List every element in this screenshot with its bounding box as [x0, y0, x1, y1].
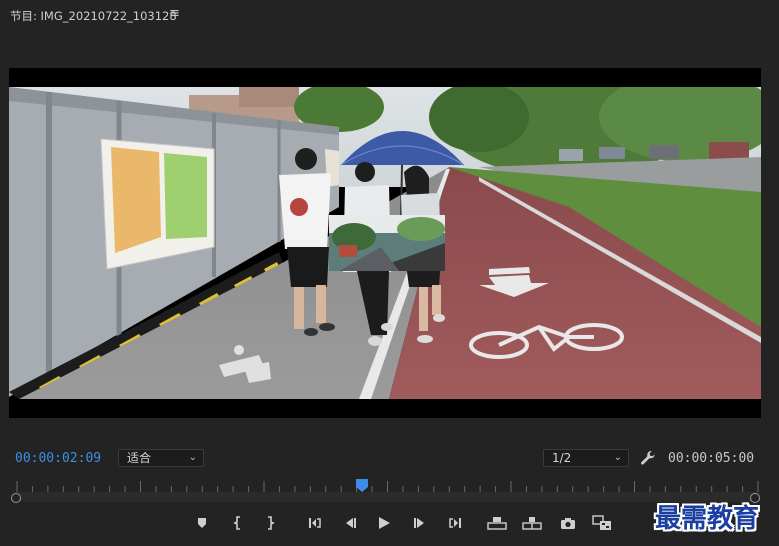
playhead-icon[interactable]	[356, 478, 368, 492]
play-icon[interactable]	[374, 513, 394, 533]
duration-timecode: 00:00:05:00	[668, 451, 755, 466]
time-ruler[interactable]	[15, 478, 760, 492]
mark-out-icon[interactable]	[260, 513, 280, 533]
current-timecode[interactable]: 00:00:02:09	[15, 451, 101, 466]
mark-in-icon[interactable]	[228, 513, 248, 533]
watermark-logo: 最需教育	[655, 504, 760, 534]
camera-icon[interactable]	[558, 513, 578, 533]
fit-dropdown[interactable]: 适合 ⌄	[118, 449, 204, 467]
zoom-in-handle[interactable]	[11, 493, 21, 503]
panel-title-bar: 节目: IMG_20210722_103128 ≡	[0, 0, 779, 30]
go-to-in-icon[interactable]	[306, 513, 326, 533]
program-monitor-viewer[interactable]	[9, 68, 761, 418]
hamburger-menu-icon[interactable]: ≡	[169, 7, 180, 21]
chevron-down-icon: ⌄	[188, 452, 197, 463]
pip-inset	[329, 215, 445, 271]
comparison-icon[interactable]	[592, 513, 612, 533]
lift-icon[interactable]	[487, 513, 507, 533]
video-frame-image	[9, 87, 761, 399]
go-to-out-icon[interactable]	[444, 513, 464, 533]
video-frame	[9, 87, 761, 399]
resolution-dropdown-label: 1/2	[552, 451, 572, 465]
fit-dropdown-label: 适合	[127, 451, 152, 465]
resolution-dropdown[interactable]: 1/2 ⌄	[543, 449, 629, 467]
step-back-icon[interactable]	[340, 513, 360, 533]
marker-icon[interactable]	[192, 513, 212, 533]
chevron-down-icon: ⌄	[613, 452, 622, 463]
extract-icon[interactable]	[522, 513, 542, 533]
step-forward-icon[interactable]	[410, 513, 430, 533]
panel-title: 节目: IMG_20210722_103128	[10, 9, 177, 23]
wrench-icon[interactable]	[640, 450, 658, 468]
scrub-bar[interactable]	[15, 492, 760, 502]
